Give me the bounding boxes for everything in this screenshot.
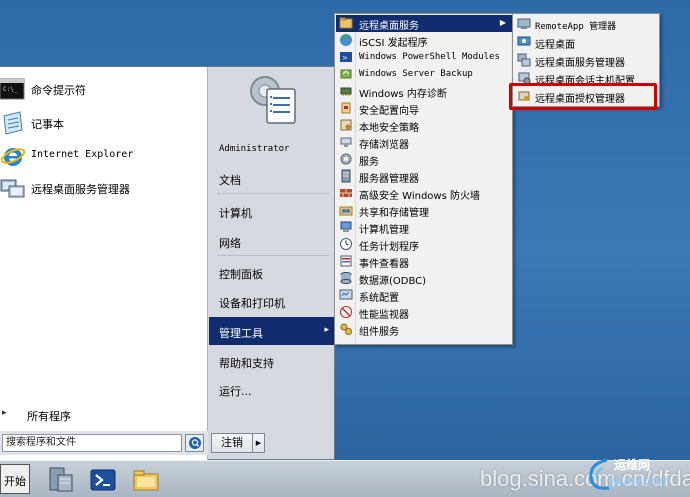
- search-input[interactable]: 搜索程序和文件: [2, 434, 182, 452]
- shutdown-row: 注销 ▶: [209, 431, 335, 455]
- run-link[interactable]: 运行...: [209, 376, 335, 402]
- menu-item-powershell-modules[interactable]: > Windows PowerShell Modules: [336, 49, 512, 66]
- separator: [217, 255, 329, 256]
- powershell-icon[interactable]: [88, 465, 118, 495]
- search-row: 搜索程序和文件: [0, 431, 208, 455]
- svg-text:>: >: [342, 54, 348, 62]
- pinned-item-label: 记事本: [31, 118, 64, 131]
- start-menu-right-pane: Administrator 文档 计算机 网络 控制面板 设备和打印机 管理工具…: [209, 67, 335, 461]
- menu-item-server-backup[interactable]: Windows Server Backup: [336, 66, 512, 83]
- storage-explorer-icon: [340, 137, 352, 147]
- admin-tools-link[interactable]: 管理工具 ▸: [209, 317, 335, 345]
- pinned-item-cmd[interactable]: C:\_ 命令提示符: [0, 75, 208, 103]
- pinned-item-label: 命令提示符: [31, 84, 86, 97]
- logo-text-cn: 运维网: [614, 458, 651, 472]
- menu-item-component-services[interactable]: 组件服务: [336, 321, 512, 338]
- menu-item-security-config-wizard[interactable]: 安全配置向导: [336, 100, 512, 117]
- logo-text-en: iyunv.com: [609, 472, 671, 488]
- notepad-icon: [3, 111, 23, 135]
- database-icon: [340, 272, 352, 284]
- performance-monitor-icon: [340, 306, 352, 318]
- menu-item-iscsi[interactable]: iSCSI 发起程序: [336, 32, 512, 49]
- start-menu-left-pane: C:\_ 命令提示符 记事本 Internet Explorer 远程桌面服务管…: [0, 67, 208, 461]
- logoff-button[interactable]: 注销: [211, 433, 253, 453]
- user-name[interactable]: Administrator: [209, 137, 335, 163]
- menu-item-event-viewer[interactable]: 事件查看器: [336, 253, 512, 270]
- iscsi-globe-icon: [340, 34, 352, 46]
- menu-item-storage-explorer[interactable]: 存储浏览器: [336, 134, 512, 151]
- system-config-icon: [339, 289, 353, 300]
- chevron-right-icon: ▶: [499, 18, 506, 27]
- licensing-manager-highlight: [509, 83, 657, 110]
- event-viewer-icon: [340, 255, 352, 267]
- server-manager-icon: [341, 169, 351, 183]
- separator: [217, 193, 329, 194]
- menu-item-odbc[interactable]: 数据源(ODBC): [336, 270, 512, 287]
- documents-link[interactable]: 文档: [209, 165, 335, 191]
- search-button[interactable]: [185, 434, 204, 452]
- menu-item-remote-desktop[interactable]: 远程桌面: [514, 34, 659, 51]
- powershell-icon: >: [340, 52, 352, 62]
- admin-tools-menu: 远程桌面服务 ▶ iSCSI 发起程序 > Windows PowerShell…: [334, 13, 513, 345]
- menu-item-server-manager[interactable]: 服务器管理器: [336, 168, 512, 185]
- admin-tools-picture-icon: [250, 76, 296, 124]
- cmd-icon: C:\_: [0, 78, 25, 100]
- memory-chip-icon: [340, 87, 352, 96]
- menu-item-system-config[interactable]: 系统配置: [336, 287, 512, 304]
- pinned-item-label: Internet Explorer: [31, 149, 134, 160]
- menu-item-share-storage[interactable]: 共享和存储管理: [336, 202, 512, 219]
- ie-icon: [0, 148, 26, 166]
- network-link[interactable]: 网络: [209, 228, 335, 254]
- menu-item-remoteapp-manager[interactable]: RemoteApp 管理器: [514, 16, 659, 33]
- rds-manager-icon: [517, 53, 531, 67]
- computer-management-icon: [340, 221, 352, 232]
- menu-item-advanced-firewall[interactable]: 高级安全 Windows 防火墙: [336, 185, 512, 202]
- svg-text:C:\_: C:\_: [3, 86, 18, 93]
- menu-item-memory-diagnostic[interactable]: Windows 内存诊断: [336, 83, 512, 100]
- menu-item-rds-manager[interactable]: 远程桌面服务管理器: [514, 52, 659, 69]
- menu-item-computer-management[interactable]: 计算机管理: [336, 219, 512, 236]
- rds-manager-icon: [0, 179, 25, 198]
- policy-icon: [340, 119, 352, 131]
- component-services-icon: [340, 323, 352, 335]
- all-programs-button[interactable]: ▸ 所有程序: [0, 405, 208, 425]
- all-programs-label: 所有程序: [27, 410, 71, 423]
- devices-printers-link[interactable]: 设备和打印机: [209, 288, 335, 314]
- start-menu: C:\_ 命令提示符 记事本 Internet Explorer 远程桌面服务管…: [0, 66, 335, 461]
- pinned-item-rds-manager[interactable]: 远程桌面服务管理器: [0, 174, 208, 202]
- menu-item-task-scheduler[interactable]: 任务计划程序: [336, 236, 512, 253]
- help-support-link[interactable]: 帮助和支持: [209, 348, 335, 374]
- pinned-item-ie[interactable]: Internet Explorer: [0, 142, 208, 170]
- control-panel-link[interactable]: 控制面板: [209, 259, 335, 285]
- backup-icon: [340, 69, 352, 79]
- pinned-item-label: 远程桌面服务管理器: [31, 183, 130, 196]
- start-button[interactable]: 开始: [0, 464, 30, 494]
- shutdown-options-button[interactable]: ▶: [253, 433, 265, 453]
- explorer-folder-icon[interactable]: [131, 465, 161, 495]
- clock-icon: [340, 238, 352, 250]
- site-logo: 运维网 iyunv.com: [585, 452, 687, 496]
- menu-item-remote-desktop-services[interactable]: 远程桌面服务 ▶: [336, 15, 512, 32]
- wizard-icon: [341, 102, 351, 114]
- services-gear-icon: [340, 153, 352, 165]
- triangle-right-icon: ▶: [255, 439, 262, 447]
- menu-item-local-security-policy[interactable]: 本地安全策略: [336, 117, 512, 134]
- menu-item-services[interactable]: 服务: [336, 151, 512, 168]
- pinned-item-notepad[interactable]: 记事本: [0, 109, 208, 137]
- remoteapp-icon: [517, 18, 531, 29]
- firewall-icon: [340, 189, 352, 197]
- server-manager-icon[interactable]: [46, 465, 76, 495]
- folder-icon: [339, 17, 353, 29]
- computer-link[interactable]: 计算机: [209, 198, 335, 224]
- menu-item-performance-monitor[interactable]: 性能监视器: [336, 304, 512, 321]
- search-icon: [189, 437, 201, 449]
- share-storage-icon: [339, 206, 353, 216]
- remote-desktop-icon: [517, 36, 531, 46]
- chevron-right-icon: ▸: [324, 325, 329, 335]
- triangle-right-icon: ▸: [2, 408, 7, 418]
